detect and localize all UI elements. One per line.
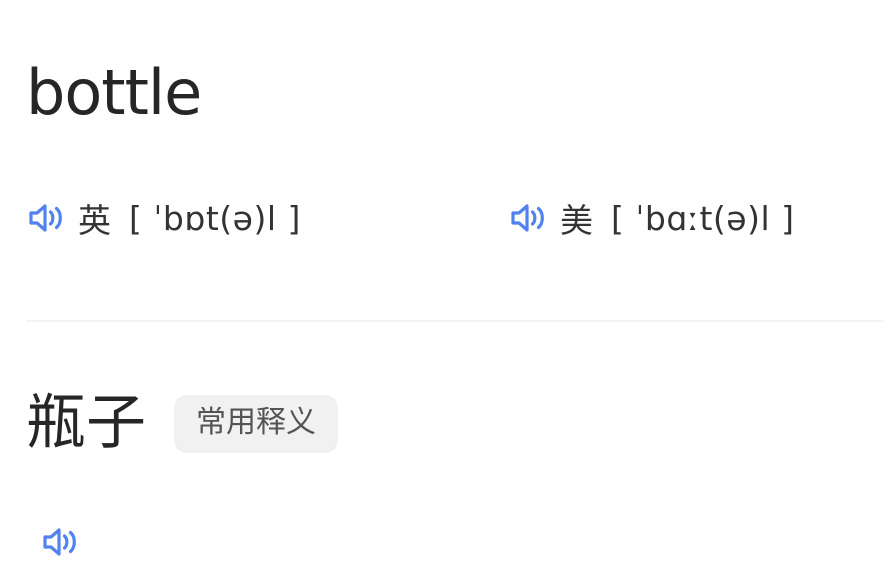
page-title: bottle	[26, 56, 202, 129]
pronunciation-locale-label-uk: 英	[78, 201, 111, 240]
pronunciation-ipa-us: [ ˈbɑːt(ə)l ]	[611, 198, 795, 238]
status-badge: 常用释义	[174, 394, 338, 453]
speaker-icon	[26, 200, 66, 236]
definition-text: 瓶子	[26, 388, 146, 458]
pronunciation-band: 英 [ ˈbɒt(ə)l ] 美 [ ˈbɑːt(ə)l ]	[26, 186, 883, 250]
speaker-icon-definition-button[interactable]	[40, 524, 84, 564]
speaker-icon	[40, 524, 84, 560]
definition-row: 瓶子 常用释义	[26, 388, 338, 458]
headword-row: bottle	[26, 56, 202, 129]
section-divider	[26, 320, 883, 322]
speaker-icon-us-button[interactable]	[508, 198, 552, 238]
pronunciation-ipa-uk: [ ˈbɒt(ə)l ]	[129, 198, 301, 238]
speaker-icon-uk-button[interactable]	[26, 198, 70, 238]
pronunciation-locale-label-us: 美	[560, 201, 593, 240]
dictionary-entry-page: bottle 英 [ ˈbɒt(ə)l ] 美 [ˈbɑːt(ə)l] 瓶子…	[0, 0, 883, 556]
pronunciation-uk: 英 [ ˈbɒt(ə)l ]	[26, 186, 301, 250]
pronunciation-us: 美 [ ˈbɑːt(ə)l ]	[508, 186, 794, 250]
speaker-icon	[508, 200, 548, 236]
